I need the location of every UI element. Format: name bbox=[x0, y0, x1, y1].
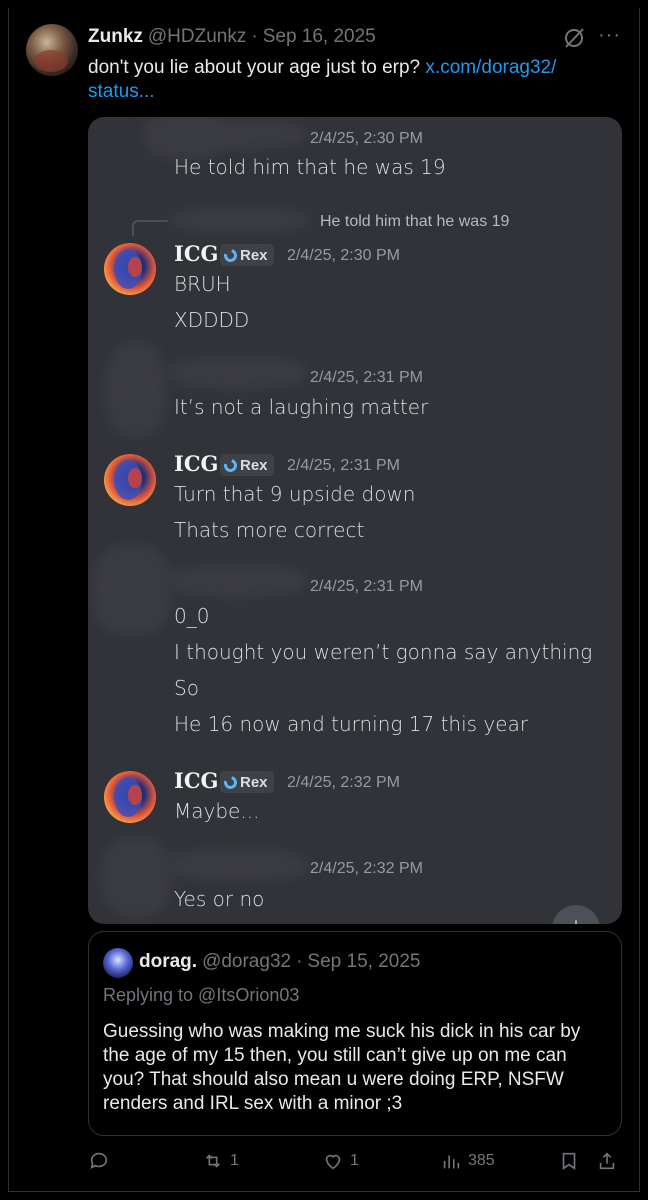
tweet-text: don't you lie about your age just to erp… bbox=[88, 56, 608, 104]
tag-label: Rex bbox=[240, 456, 268, 474]
views-count: 385 bbox=[468, 1152, 495, 1169]
redacted-name bbox=[168, 357, 308, 389]
message-time: 2/4/25, 2:30 PM bbox=[310, 130, 423, 147]
reply-button[interactable] bbox=[88, 1150, 116, 1172]
scroll-down-icon[interactable]: + bbox=[552, 905, 600, 924]
username[interactable]: ICG bbox=[174, 451, 218, 476]
message-time: 2/4/25, 2:31 PM bbox=[310, 369, 423, 386]
author-name[interactable]: Zunkz bbox=[88, 26, 143, 48]
quoted-author-handle: @dorag32 bbox=[202, 951, 292, 972]
message-text: I thought you weren’t gonna say anything bbox=[174, 640, 593, 664]
message-time: 2/4/25, 2:32 PM bbox=[310, 860, 423, 877]
message-text: Maybe... bbox=[174, 799, 260, 823]
server-tag: Rex bbox=[220, 454, 274, 476]
action-bar: 1 1 385 bbox=[88, 1148, 622, 1178]
message-time: 2/4/25, 2:30 PM bbox=[287, 247, 400, 264]
tweet-link[interactable]: x.com/dorag32/ bbox=[425, 57, 556, 78]
quoted-text: Guessing who was making me suck his dick… bbox=[103, 1021, 581, 1114]
bookmark-icon bbox=[562, 1152, 576, 1170]
message-time: 2/4/25, 2:31 PM bbox=[310, 578, 423, 595]
redacted-avatar bbox=[102, 837, 172, 917]
server-tag: Rex bbox=[220, 244, 274, 266]
share-button[interactable] bbox=[596, 1150, 618, 1172]
message-text: Thats more correct bbox=[174, 518, 365, 542]
quoted-tweet[interactable]: dorag. @dorag32 · Sep 15, 2025 Replying … bbox=[88, 931, 622, 1136]
quoted-separator: · bbox=[296, 951, 303, 972]
reply-icon bbox=[90, 1152, 108, 1169]
tag-label: Rex bbox=[240, 246, 268, 264]
tweet-link-cont[interactable]: status... bbox=[88, 81, 155, 102]
redacted-name bbox=[168, 121, 308, 149]
tweet-date[interactable]: Sep 16, 2025 bbox=[263, 26, 376, 48]
server-tag: Rex bbox=[220, 771, 274, 793]
message-text: He told him that he was 19 bbox=[174, 155, 446, 179]
redacted-avatar bbox=[106, 342, 166, 437]
quoted-date: Sep 15, 2025 bbox=[307, 951, 421, 972]
like-button[interactable]: 1 bbox=[322, 1150, 359, 1172]
message-text: Yes or no bbox=[174, 887, 265, 911]
message-text: So bbox=[174, 676, 199, 700]
message-text: He 16 now and turning 17 this year bbox=[174, 712, 529, 736]
more-icon[interactable]: ··· bbox=[598, 24, 621, 47]
share-icon bbox=[599, 1152, 615, 1170]
icg-avatar[interactable] bbox=[104, 454, 156, 506]
repost-count: 1 bbox=[230, 1152, 239, 1169]
icg-avatar[interactable] bbox=[104, 243, 156, 295]
reply-preview-text: He told him that he was 19 bbox=[320, 213, 510, 230]
message-text: Turn that 9 upside down bbox=[174, 482, 416, 506]
bookmark-button[interactable] bbox=[558, 1150, 580, 1172]
views-icon bbox=[443, 1155, 460, 1169]
quoted-author-name: dorag. bbox=[139, 951, 198, 972]
grok-icon[interactable] bbox=[562, 26, 586, 50]
like-count: 1 bbox=[350, 1152, 359, 1169]
message-text: XDDDD bbox=[174, 308, 250, 332]
repost-button[interactable]: 1 bbox=[202, 1150, 239, 1172]
message-time: 2/4/25, 2:32 PM bbox=[287, 774, 400, 791]
redacted-name bbox=[168, 849, 308, 881]
tag-icon bbox=[221, 773, 240, 791]
repost-icon bbox=[205, 1154, 221, 1168]
message-text: 0_0 bbox=[174, 604, 210, 628]
message-text: BRUH bbox=[174, 272, 231, 296]
tweet-body: don't you lie about your age just to erp… bbox=[88, 57, 426, 78]
author-handle[interactable]: @HDZunkz bbox=[148, 26, 246, 48]
views-button[interactable]: 385 bbox=[440, 1150, 495, 1172]
tweet-header: Zunkz @HDZunkz · Sep 16, 2025 bbox=[88, 26, 376, 48]
quoted-author-avatar bbox=[103, 948, 133, 978]
tag-icon bbox=[221, 246, 240, 264]
username[interactable]: ICG bbox=[174, 241, 218, 266]
tag-icon bbox=[221, 456, 240, 474]
redacted-name bbox=[168, 565, 308, 597]
discord-screenshot[interactable]: 2/4/25, 2:30 PM He told him that he was … bbox=[88, 117, 622, 924]
header-separator: · bbox=[251, 26, 258, 47]
username[interactable]: ICG bbox=[174, 768, 218, 793]
redacted-avatar bbox=[92, 545, 172, 635]
tag-label: Rex bbox=[240, 773, 268, 791]
icg-avatar[interactable] bbox=[104, 771, 156, 823]
quoted-replying-to: Replying to @ItsOrion03 bbox=[103, 985, 300, 1005]
author-avatar[interactable] bbox=[26, 24, 78, 76]
reply-connector bbox=[132, 220, 168, 236]
message-time: 2/4/25, 2:31 PM bbox=[287, 457, 400, 474]
redacted-reply-name bbox=[170, 207, 310, 233]
message-text: It’s not a laughing matter bbox=[174, 395, 429, 419]
heart-icon bbox=[325, 1154, 341, 1170]
quoted-header: dorag. @dorag32 · Sep 15, 2025 bbox=[139, 951, 420, 973]
